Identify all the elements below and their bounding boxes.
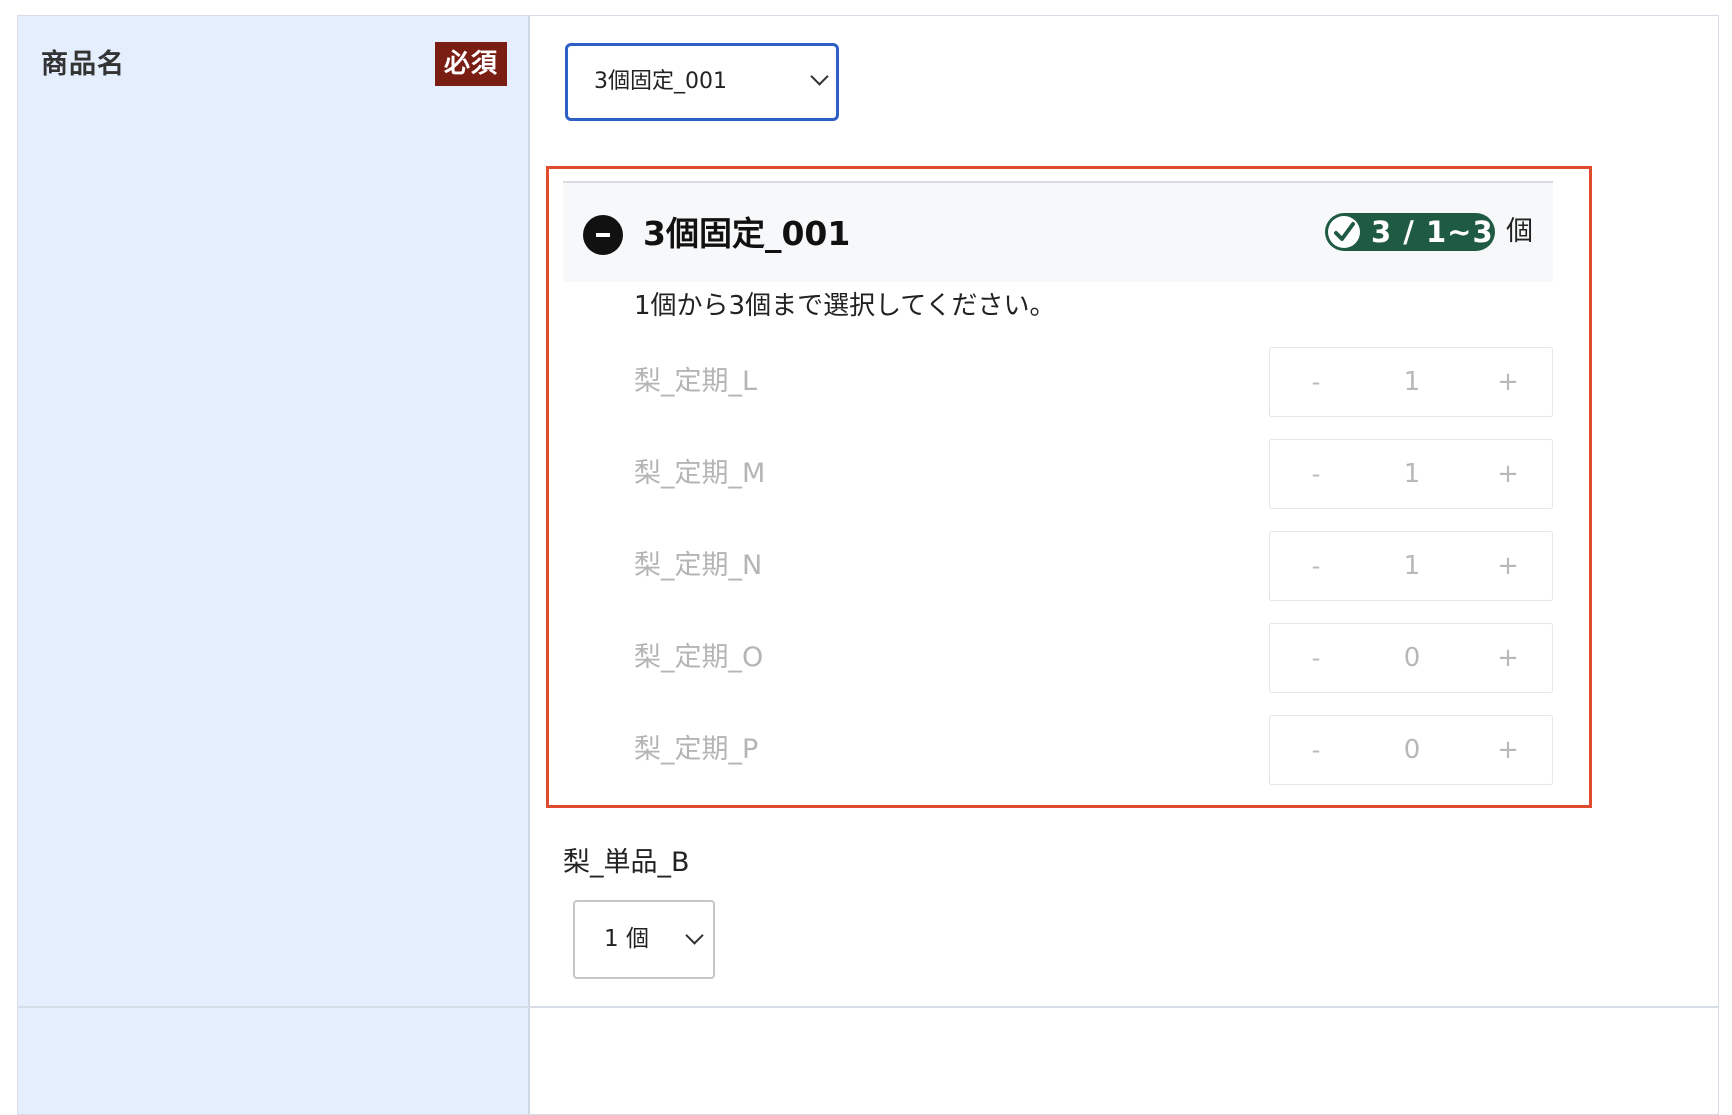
- increment-button[interactable]: +: [1462, 532, 1554, 600]
- item-name: 梨_定期_M: [634, 458, 766, 489]
- increment-button[interactable]: +: [1462, 348, 1554, 416]
- item-name: 梨_定期_O: [634, 642, 764, 673]
- group-title: 3個固定_001: [643, 214, 851, 253]
- decrement-button[interactable]: -: [1270, 716, 1362, 784]
- quantity-value: 1: [1403, 459, 1421, 489]
- quantity-stepper: - 0 +: [1269, 623, 1553, 693]
- minus-circle-icon: [596, 233, 610, 237]
- increment-button[interactable]: +: [1462, 624, 1554, 692]
- field-label: 商品名: [41, 49, 125, 80]
- collapse-button[interactable]: [583, 215, 623, 255]
- quantity-value: 1: [1403, 367, 1421, 397]
- instruction-text: 1個から3個まで選択してください。: [634, 291, 1056, 321]
- row-divider: [17, 1006, 1719, 1008]
- quantity-stepper: - 1 +: [1269, 531, 1553, 601]
- product-select[interactable]: 3個固定_001: [565, 43, 839, 121]
- quantity-value: 0: [1403, 643, 1421, 673]
- decrement-button[interactable]: -: [1270, 624, 1362, 692]
- required-badge: 必須: [435, 42, 507, 86]
- quantity-select[interactable]: 1 個: [573, 900, 715, 979]
- chevron-down-icon: [685, 926, 704, 945]
- decrement-button[interactable]: -: [1270, 532, 1362, 600]
- quantity-value: 0: [1403, 735, 1421, 765]
- list-item: 梨_定期_M - 1 +: [563, 437, 1553, 511]
- selection-count-badge: 3 / 1~3: [1325, 213, 1495, 251]
- list-item: 梨_定期_P - 0 +: [563, 713, 1553, 787]
- increment-button[interactable]: +: [1462, 716, 1554, 784]
- increment-button[interactable]: +: [1462, 440, 1554, 508]
- item-name: 梨_定期_P: [634, 734, 759, 765]
- quantity-value: 1: [1403, 551, 1421, 581]
- chevron-down-icon: [810, 67, 829, 86]
- decrement-button[interactable]: -: [1270, 348, 1362, 416]
- quantity-stepper: - 0 +: [1269, 715, 1553, 785]
- item-name: 梨_定期_L: [634, 366, 758, 397]
- list-item: 梨_定期_N - 1 +: [563, 529, 1553, 603]
- quantity-stepper: - 1 +: [1269, 347, 1553, 417]
- quantity-stepper: - 1 +: [1269, 439, 1553, 509]
- list-item: 梨_定期_L - 1 +: [563, 345, 1553, 419]
- quantity-select-value: 1 個: [604, 926, 649, 952]
- check-circle-icon: [1328, 216, 1360, 248]
- product-select-value: 3個固定_001: [594, 69, 727, 94]
- list-item: 梨_定期_O - 0 +: [563, 621, 1553, 695]
- decrement-button[interactable]: -: [1270, 440, 1362, 508]
- selection-count-text: 3 / 1~3: [1371, 215, 1494, 249]
- single-item-name: 梨_単品_B: [563, 847, 690, 878]
- item-name: 梨_定期_N: [634, 550, 763, 581]
- unit-label: 個: [1506, 216, 1533, 247]
